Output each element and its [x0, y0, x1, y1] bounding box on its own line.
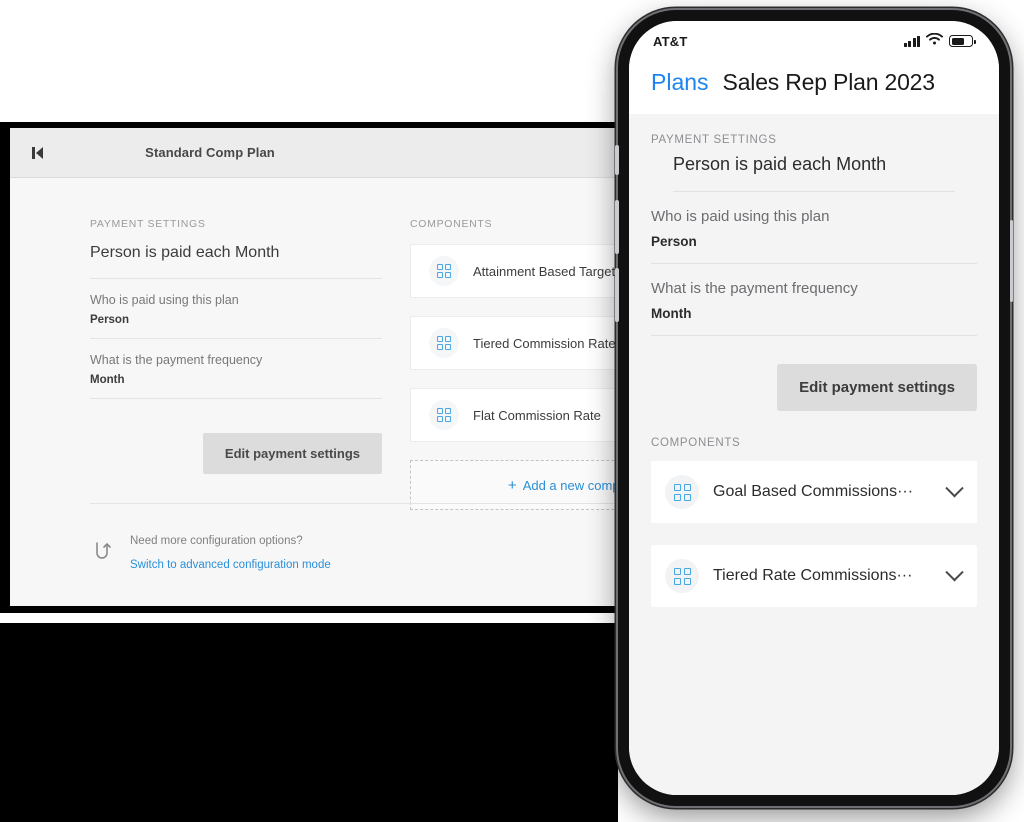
phone-component-card[interactable]: Goal Based Commissions···: [651, 461, 977, 523]
field-value: Month: [651, 306, 692, 321]
field-label: Who is paid using this plan: [90, 293, 239, 307]
phone-edit-payment-settings-button[interactable]: Edit payment settings: [777, 364, 977, 411]
carrier-label: AT&T: [653, 33, 688, 49]
phone-page-title: Sales Rep Plan 2023: [722, 69, 935, 95]
field-label: What is the payment frequency: [90, 353, 263, 367]
field-label: Who is paid using this plan: [651, 208, 830, 225]
component-name: Attainment Based Target: [473, 263, 616, 279]
field-value: Person: [90, 314, 129, 326]
phone-status-bar: AT&T: [629, 21, 999, 61]
grid-icon: [665, 559, 699, 593]
field-value: Person: [651, 234, 697, 249]
phone-component-card[interactable]: Tiered Rate Commissions···: [651, 545, 977, 607]
phone-payment-summary-headline: Person is paid each Month: [673, 154, 955, 192]
grid-icon: [429, 400, 459, 430]
phone-mute-switch[interactable]: [615, 145, 619, 175]
phone-navbar: Plans Sales Rep Plan 2023: [629, 61, 999, 114]
plus-icon: +: [507, 476, 517, 494]
field-who-is-paid: Who is paid using this plan Person: [90, 279, 382, 339]
field-payment-frequency: What is the payment frequency Month: [90, 339, 382, 399]
payment-summary-headline: Person is paid each Month: [90, 244, 382, 279]
phone-field-who-is-paid: Who is paid using this plan Person: [651, 192, 977, 264]
wifi-icon: [926, 32, 943, 50]
phone-volume-down-button[interactable]: [615, 268, 619, 322]
footer-question: Need more configuration options?: [130, 535, 303, 547]
edit-payment-settings-button[interactable]: Edit payment settings: [202, 433, 382, 474]
background-band-bottom: [0, 613, 618, 623]
field-value: Month: [90, 374, 125, 386]
component-name: Flat Commission Rate: [473, 407, 601, 423]
battery-icon: [949, 35, 976, 47]
phone-content: PAYMENT SETTINGS Person is paid each Mon…: [629, 114, 999, 795]
phone-mockup: AT&T Plans Sales Rep Plan 2023 PAYMENT S…: [615, 10, 1013, 806]
component-name: Tiered Rate Commissions···: [713, 567, 913, 584]
phone-components-label: COMPONENTS: [651, 437, 741, 449]
phone-power-button[interactable]: [1009, 220, 1013, 302]
phone-payment-settings-label: PAYMENT SETTINGS: [651, 134, 777, 146]
advanced-mode-icon: [90, 539, 116, 565]
background-band-top: [0, 0, 618, 122]
component-name: Tiered Commission Rate: [473, 335, 616, 351]
phone-field-payment-frequency: What is the payment frequency Month: [651, 264, 977, 336]
cellular-signal-icon: [903, 35, 920, 47]
grid-icon: [665, 475, 699, 509]
payment-settings-label: PAYMENT SETTINGS: [90, 218, 206, 230]
chevron-down-icon[interactable]: [945, 478, 964, 497]
screenshot-stage: Standard Comp Plan PAYMENT SETTINGS Pers…: [0, 0, 1024, 822]
grid-icon: [429, 328, 459, 358]
phone-screen: AT&T Plans Sales Rep Plan 2023 PAYMENT S…: [629, 21, 999, 795]
advanced-config-link[interactable]: Switch to advanced configuration mode: [130, 559, 331, 571]
field-label: What is the payment frequency: [651, 280, 858, 297]
back-to-plans-link[interactable]: Plans: [651, 69, 709, 96]
grid-icon: [429, 256, 459, 286]
chevron-down-icon[interactable]: [945, 562, 964, 581]
component-name: Goal Based Commissions···: [713, 483, 914, 500]
phone-volume-up-button[interactable]: [615, 200, 619, 254]
